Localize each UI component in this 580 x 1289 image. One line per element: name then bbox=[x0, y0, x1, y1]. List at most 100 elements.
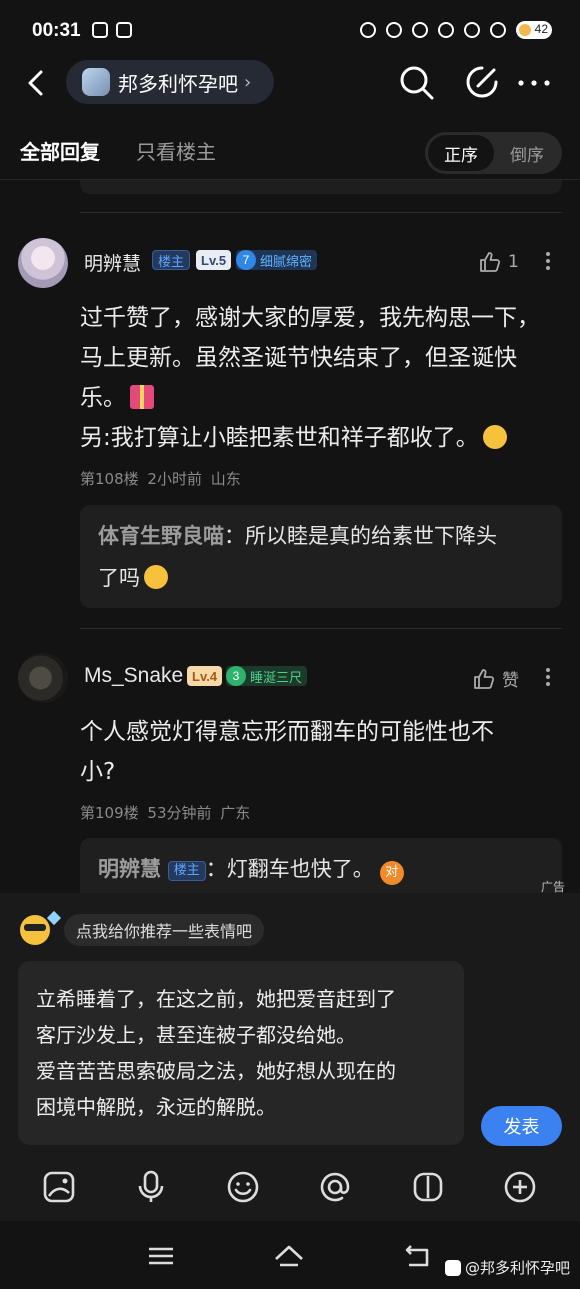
wifi-icon bbox=[490, 22, 506, 38]
level-badge: Lv.4 bbox=[187, 666, 223, 686]
order-asc-button[interactable]: 正序 bbox=[428, 135, 494, 171]
content-line: 另:我打算让小睦把素世和祥子都收了。 bbox=[80, 425, 479, 451]
compose-toolbar bbox=[0, 1163, 580, 1213]
mention-icon[interactable] bbox=[317, 1169, 353, 1205]
post-location: 山东 bbox=[210, 470, 241, 488]
dui-emoji-icon: 对 bbox=[379, 861, 404, 885]
more-icon[interactable] bbox=[516, 70, 552, 96]
floor-number: 第108楼 bbox=[80, 470, 139, 488]
post-content: 过千赞了，感谢大家的厚爱，我先构思一下， 马上更新。虽然圣诞节快结束了，但圣诞快… bbox=[80, 298, 570, 458]
cool-emoji-icon bbox=[18, 910, 62, 947]
op-badge: 楼主 bbox=[152, 250, 191, 270]
add-icon[interactable] bbox=[502, 1169, 538, 1205]
content-line: 小? bbox=[80, 759, 116, 785]
forum-name: 邦多利怀孕吧 bbox=[118, 71, 238, 96]
avatar[interactable] bbox=[18, 238, 68, 288]
content-line: 马上更新。虽然圣诞节快结束了，但圣诞快 bbox=[80, 345, 517, 371]
avatar[interactable] bbox=[18, 653, 68, 703]
status-time: 00:31 bbox=[32, 20, 81, 41]
hd-icon bbox=[438, 22, 454, 38]
nfc-icon bbox=[360, 22, 376, 38]
sub-reply-username[interactable]: 体育生野良喵 bbox=[98, 524, 224, 548]
sub-reply-text: 了吗 bbox=[98, 566, 140, 590]
sub-reply-sep: ： bbox=[224, 524, 245, 548]
thumbs-up-icon bbox=[480, 252, 501, 272]
divider bbox=[80, 628, 562, 629]
title-level-num: 3 bbox=[226, 666, 246, 686]
title-level-num: 7 bbox=[236, 250, 256, 270]
more-vertical-icon[interactable] bbox=[546, 250, 552, 272]
forum-pill[interactable]: 邦多利怀孕吧 › bbox=[66, 60, 274, 104]
reply-input[interactable]: 立希睡着了，在这之前，她把爱音赶到了 客厅沙发上，甚至连被子都没给她。 爱音苦苦… bbox=[18, 961, 464, 1145]
bluetooth-icon bbox=[116, 22, 132, 38]
edit-icon[interactable] bbox=[464, 64, 500, 100]
post-username[interactable]: 明辨慧 bbox=[84, 249, 141, 276]
post-content: 个人感觉灯得意忘形而翻车的可能性也不 小? bbox=[80, 712, 570, 792]
chevron-right-icon: › bbox=[244, 71, 252, 93]
tongue-emoji-icon bbox=[482, 425, 507, 449]
post-username[interactable]: Ms_Snake bbox=[84, 664, 183, 688]
previous-reply-box bbox=[80, 180, 562, 194]
post-time: 53分钟前 bbox=[147, 804, 212, 822]
like-count: 1 bbox=[508, 252, 519, 272]
sub-reply-box[interactable]: 明辨慧 楼主 ：灯翻车也快了。对 bbox=[80, 838, 562, 894]
like-button[interactable]: 1 bbox=[478, 250, 519, 274]
location-icon bbox=[386, 22, 402, 38]
top-nav: 邦多利怀孕吧 › bbox=[0, 60, 580, 106]
system-nav: @邦多利怀孕吧 bbox=[0, 1221, 580, 1289]
content-line: 过千赞了，感谢大家的厚爱，我先构思一下， bbox=[80, 305, 540, 331]
battery-level: 42 bbox=[534, 22, 548, 36]
reply-tabs: 全部回复 只看楼主 正序 倒序 bbox=[0, 124, 580, 180]
divider bbox=[80, 212, 562, 213]
post-location: 广东 bbox=[220, 804, 251, 822]
sub-reply-sep: ： bbox=[205, 857, 227, 881]
status-bar: 00:31 42 bbox=[0, 0, 580, 60]
tab-only-op[interactable]: 只看楼主 bbox=[136, 136, 216, 165]
more-vertical-icon[interactable] bbox=[546, 666, 552, 688]
watermark-text: @邦多利怀孕吧 bbox=[464, 1259, 570, 1277]
notification-icon bbox=[92, 22, 108, 38]
search-icon[interactable] bbox=[398, 64, 436, 102]
sub-reply-username[interactable]: 明辨慧 bbox=[98, 857, 161, 881]
post-meta: 第108楼 2小时前 山东 bbox=[80, 468, 241, 489]
sticker-hint[interactable]: 点我给你推荐一些表情吧 bbox=[64, 914, 265, 946]
draft-line: 客厅沙发上，甚至连被子都没给她。 bbox=[36, 1023, 356, 1047]
draft-line: 困境中解脱，永远的解脱。 bbox=[36, 1095, 276, 1119]
forum-avatar bbox=[82, 68, 110, 96]
level-badge: Lv.5 bbox=[196, 250, 232, 270]
sub-reply-text: 所以睦是真的给素世下降头 bbox=[245, 524, 497, 548]
battery-icon: 42 bbox=[516, 21, 552, 39]
content-line: 个人感觉灯得意忘形而翻车的可能性也不 bbox=[80, 719, 494, 745]
order-desc-button[interactable]: 倒序 bbox=[495, 135, 559, 171]
status-left-icons bbox=[92, 22, 132, 38]
emoji-icon[interactable] bbox=[225, 1169, 261, 1205]
sub-reply-box[interactable]: 体育生野良喵：所以睦是真的给素世下降头 了吗 bbox=[80, 505, 562, 608]
microphone-icon[interactable] bbox=[133, 1169, 169, 1205]
gift-emoji-icon bbox=[130, 385, 154, 409]
like-button[interactable]: 赞 bbox=[472, 666, 519, 691]
order-toggle: 正序 倒序 bbox=[425, 132, 562, 174]
thumbs-up-icon bbox=[474, 668, 495, 689]
tab-all-replies[interactable]: 全部回复 bbox=[20, 136, 100, 165]
back-nav-icon[interactable] bbox=[403, 1241, 433, 1271]
back-icon[interactable] bbox=[20, 66, 54, 100]
like-label: 赞 bbox=[502, 671, 519, 691]
weibo-logo-icon bbox=[444, 1259, 461, 1276]
post-meta: 第109楼 53分钟前 广东 bbox=[80, 802, 250, 823]
title-badge: 3 睡涎三尺 bbox=[226, 666, 308, 686]
signal-icon bbox=[464, 22, 480, 38]
watermark: @邦多利怀孕吧 bbox=[444, 1257, 570, 1278]
title-name: 睡涎三尺 bbox=[250, 670, 303, 686]
title-name: 细腻绵密 bbox=[260, 254, 313, 270]
compose-panel: 点我给你推荐一些表情吧 立希睡着了，在这之前，她把爱音赶到了 客厅沙发上，甚至连… bbox=[0, 893, 580, 1221]
floor-number: 第109楼 bbox=[80, 804, 139, 822]
menu-icon[interactable] bbox=[146, 1241, 176, 1271]
title-badge: 7 细腻绵密 bbox=[236, 250, 318, 270]
send-button[interactable]: 发表 bbox=[481, 1106, 562, 1146]
vote-icon[interactable] bbox=[410, 1169, 446, 1205]
bluetooth-status-icon bbox=[412, 22, 428, 38]
sticker-suggestion[interactable]: 点我给你推荐一些表情吧 bbox=[18, 910, 265, 947]
content-line: 乐。 bbox=[80, 385, 126, 411]
home-icon[interactable] bbox=[274, 1241, 304, 1271]
image-icon[interactable] bbox=[41, 1169, 77, 1205]
